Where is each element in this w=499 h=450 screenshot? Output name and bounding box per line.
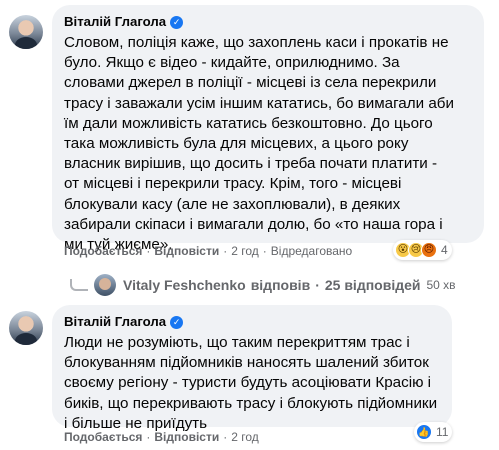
comment-actions: Подобається · Відповісти · 2 год [64, 430, 259, 444]
separator-dot: · [223, 430, 228, 444]
comment-text: Словом, поліція каже, що захоплень каси … [64, 34, 454, 254]
replies-count[interactable]: 25 відповідей [325, 277, 421, 293]
reply-arrow-icon [70, 279, 88, 291]
verified-badge-icon: ✓ [170, 15, 184, 29]
comment-time[interactable]: 2 год [231, 430, 259, 444]
edited-label: Відредаговано [270, 244, 353, 258]
comment-bubble: Віталій Глагола ✓ Словом, поліція каже, … [52, 5, 484, 253]
view-replies[interactable]: Vitaly Feshchenko відповів · 25 відповід… [70, 274, 456, 296]
reply-link[interactable]: Відповісти [154, 244, 219, 258]
comment-author: Віталій Глагола ✓ [64, 13, 472, 31]
separator-dot: · [146, 244, 151, 258]
angry-icon: 😠 [421, 242, 437, 258]
verified-badge-icon: ✓ [170, 315, 184, 329]
like-link[interactable]: Подобається [64, 244, 142, 258]
comment-author: Віталій Глагола ✓ [64, 313, 440, 331]
comment-actions: Подобається · Відповісти · 2 год · Відре… [64, 244, 352, 258]
separator-dot: · [223, 244, 228, 258]
like-link[interactable]: Подобається [64, 430, 142, 444]
comment-time[interactable]: 2 год [231, 244, 259, 258]
replied-verb: відповів [250, 277, 311, 293]
separator-dot: · [262, 244, 267, 258]
replier-name[interactable]: Vitaly Feshchenko [123, 277, 246, 293]
author-name[interactable]: Віталій Глагола [64, 313, 166, 331]
reactions-summary[interactable]: 👍 11 [414, 422, 453, 442]
avatar[interactable] [9, 15, 43, 49]
like-icon: 👍 [416, 424, 432, 440]
reply-link[interactable]: Відповісти [154, 430, 219, 444]
reactions-summary[interactable]: 😮 😢 😠 4 [393, 240, 452, 260]
comment-bubble: Віталій Глагола ✓ Люди не розуміють, що … [52, 305, 452, 432]
separator-dot: · [146, 430, 151, 444]
replies-time: 50 хв [426, 278, 456, 292]
reaction-count: 11 [436, 425, 449, 439]
avatar[interactable] [9, 311, 43, 345]
reaction-count: 4 [441, 243, 448, 257]
separator-dot: · [315, 277, 320, 293]
replier-avatar [94, 274, 116, 296]
author-name[interactable]: Віталій Глагола [64, 13, 166, 31]
comment-text: Люди не розуміють, що таким перекриттям … [64, 334, 438, 432]
